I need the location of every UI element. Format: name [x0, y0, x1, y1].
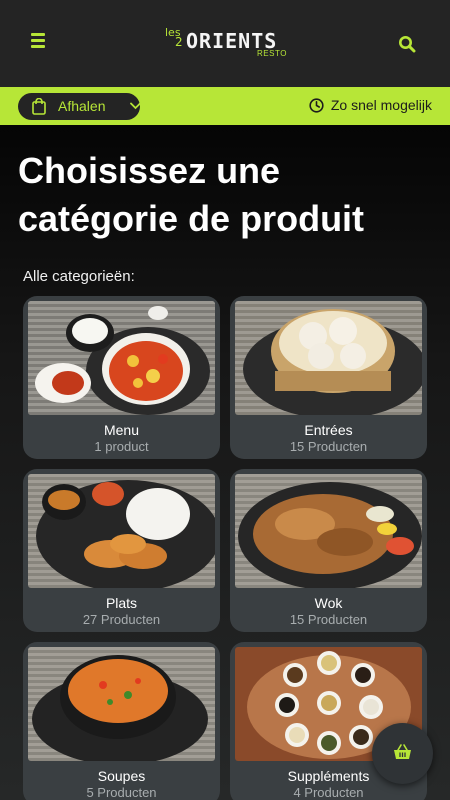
category-card-menu[interactable]: Menu 1 product [23, 296, 220, 459]
pickup-mode-dropdown[interactable]: Afhalen [18, 93, 141, 120]
page-title: Choisissez une catégorie de produit [18, 150, 365, 239]
pickup-mode-label: Afhalen [58, 98, 106, 114]
main-content: Choisissez une catégorie de produit Alle… [0, 125, 450, 800]
basket-icon [394, 744, 411, 759]
cart-button[interactable] [372, 723, 433, 784]
clock-icon [309, 97, 324, 113]
category-name: Soupes [97, 768, 146, 784]
logo-number: 2 [175, 35, 183, 49]
category-count: 5 Producten [86, 785, 157, 800]
chevron-down-icon [130, 102, 141, 110]
dumplings-photo [235, 301, 422, 415]
order-options-bar: Afhalen Zo snel mogelijk [0, 87, 450, 125]
category-name: Wok [314, 595, 343, 611]
category-card-plats[interactable]: Plats 27 Producten [23, 469, 220, 632]
category-count: 4 Producten [293, 785, 364, 800]
search-icon[interactable] [398, 35, 416, 53]
category-name: Plats [105, 595, 138, 611]
pickup-time-selector[interactable]: Zo snel mogelijk [309, 97, 432, 113]
fried-chicken-rice-photo [28, 474, 215, 588]
wok-noodles-photo [235, 474, 422, 588]
category-count: 15 Producten [289, 439, 368, 454]
category-count: 27 Producten [82, 612, 161, 627]
pickup-time-label: Zo snel mogelijk [330, 97, 432, 113]
app-header: les 2 ORIENTS RESTO [0, 0, 450, 87]
category-name: Entrées [304, 422, 353, 438]
category-count: 15 Producten [289, 612, 368, 627]
categories-subtitle: Alle categorieën: [23, 268, 135, 285]
menu-dish-photo [28, 301, 215, 415]
shopping-bag-icon [32, 98, 46, 115]
category-count: 1 product [94, 439, 149, 454]
category-card-soupes[interactable]: Soupes 5 Producten [23, 642, 220, 800]
category-card-wok[interactable]: Wok 15 Producten [230, 469, 427, 632]
hamburger-menu-icon[interactable] [31, 33, 51, 53]
category-card-entrees[interactable]: Entrées 15 Producten [230, 296, 427, 459]
logo-suffix: RESTO [257, 49, 287, 58]
category-name: Menu [103, 422, 140, 438]
soup-bowl-photo [28, 647, 215, 761]
brand-logo[interactable]: les 2 ORIENTS RESTO [165, 26, 290, 60]
